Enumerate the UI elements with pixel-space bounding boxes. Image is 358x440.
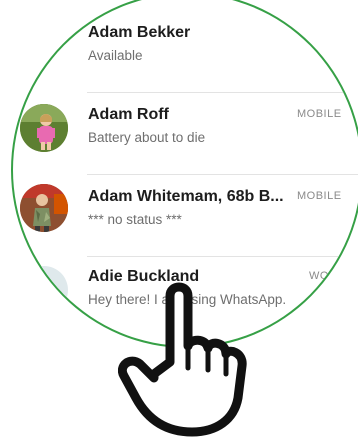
contact-row-adam-roff[interactable]: Adam Roff Battery about to die MOBILE: [13, 92, 358, 174]
avatar: [20, 104, 68, 152]
contact-name: Adam Bekker: [88, 24, 191, 41]
avatar: [20, 184, 68, 232]
phone-type-label: MOBILE: [297, 108, 342, 120]
contact-name: Adam Whitemam, 68b B...: [88, 188, 284, 205]
contact-row-adam-whitemam[interactable]: Adam Whitemam, 68b B... *** no status **…: [13, 174, 358, 256]
avatar: [20, 266, 68, 314]
contact-name: Adam Roff: [88, 106, 169, 123]
phone-type-label: WORK: [309, 270, 346, 282]
phone-type-label: MOBILE: [297, 190, 342, 202]
pointing-hand-icon: [118, 282, 258, 440]
contact-row-adam-bekker[interactable]: Adam Bekker Available: [13, 0, 358, 84]
contact-status: *** no status ***: [88, 212, 182, 227]
contact-status: Available: [88, 48, 143, 63]
avatar: [20, 0, 68, 48]
zoomed-contact-list-illustration: Adam Bekker Available Adam Roff Battery …: [0, 0, 358, 440]
contact-status: Battery about to die: [88, 130, 206, 145]
